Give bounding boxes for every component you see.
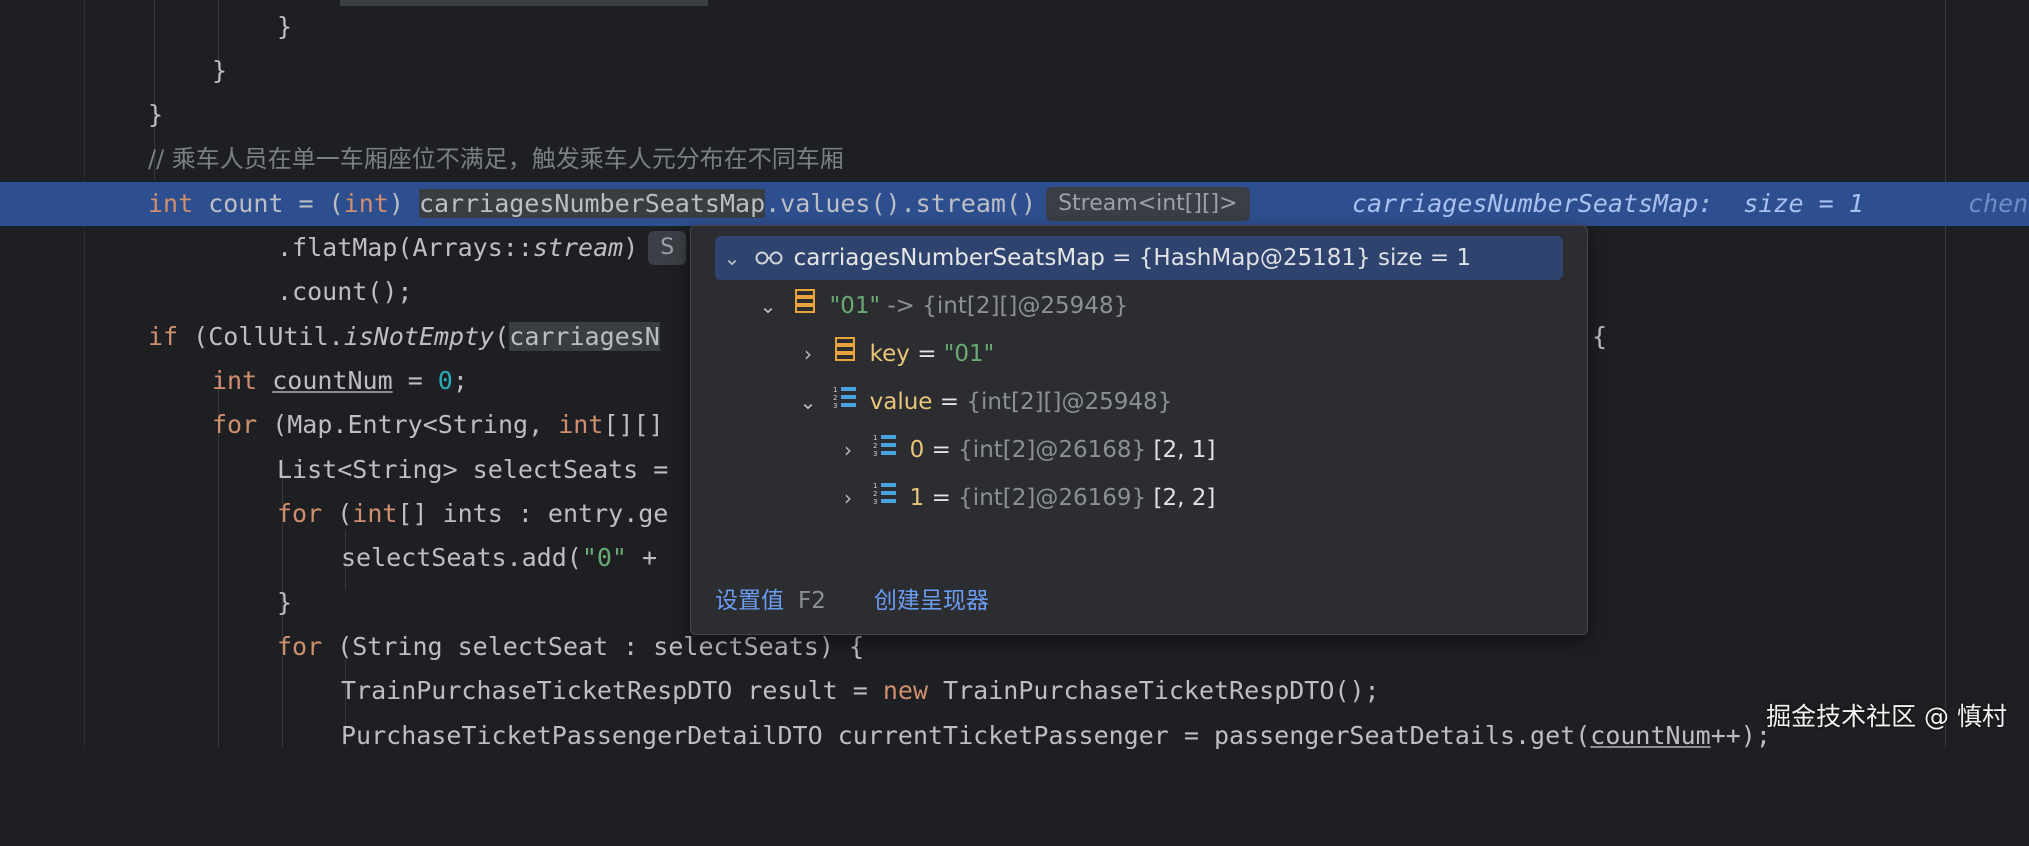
equals-sign: = (924, 437, 959, 463)
array-icon: 123 (868, 477, 902, 521)
statement-flatmap: .flatMap(Arrays::stream) S (277, 226, 687, 270)
map-entry-icon (788, 285, 822, 329)
chevron-down-icon[interactable]: ⌄ (719, 236, 745, 280)
statement-for-entry: for (Map.Entry<String, int[][] (212, 410, 664, 439)
statement-result: TrainPurchaseTicketRespDTO result = new … (341, 676, 1380, 705)
code-line[interactable]: PurchaseTicketPassengerDetailDTO current… (0, 714, 2029, 758)
code-line[interactable]: } (0, 5, 2029, 49)
svg-text:3: 3 (873, 498, 877, 506)
type-hint: S (648, 231, 687, 265)
brace: } (277, 588, 293, 617)
svg-text:3: 3 (873, 450, 877, 458)
equals-sign: = (932, 389, 967, 415)
svg-text:1: 1 (833, 386, 837, 394)
item-value: [2, 1] (1146, 437, 1216, 463)
equals-sign: = (909, 341, 944, 367)
tree-row-key[interactable]: › key = "01" (795, 332, 994, 376)
statement-count: int count = (int) carriagesNumberSeatsMa… (148, 182, 1250, 226)
tree-row-item-1[interactable]: › 123 1 = {int[2]@26169} [2, 2] (835, 476, 1215, 520)
brace: } (148, 100, 164, 129)
entry-key: "01" (829, 293, 881, 319)
code-line-current[interactable]: int count = (int) carriagesNumberSeatsMa… (0, 182, 2029, 226)
popup-footer: 设置值 F2 创建呈现器 (715, 584, 989, 618)
chevron-right-icon[interactable]: › (835, 428, 861, 472)
entry-ref: {int[2][]@25948} (922, 293, 1129, 319)
svg-text:1: 1 (873, 434, 877, 442)
code-line[interactable]: } (0, 49, 2029, 93)
svg-text:1: 1 (873, 482, 877, 490)
statement-countnum: int countNum = 0; (212, 366, 468, 395)
debug-value-popup[interactable]: ⌄ carriagesNumberSeatsMap = {HashMap@251… (690, 225, 1588, 635)
code-comment: // 乘车人员在单一车厢座位不满足，触发乘车人元分布在不同车厢 (148, 145, 844, 173)
variable-name: carriagesNumberSeatsMap (793, 245, 1105, 271)
equals-sign: = (924, 485, 959, 511)
code-line[interactable]: } (0, 93, 2029, 137)
chevron-down-icon[interactable]: ⌄ (755, 284, 781, 328)
field-name: value (869, 389, 933, 415)
tree-row-root[interactable]: ⌄ carriagesNumberSeatsMap = {HashMap@251… (715, 236, 1563, 280)
tree-row-item-0[interactable]: › 123 0 = {int[2]@26168} [2, 1] (835, 428, 1215, 472)
entry-arrow: -> (880, 293, 923, 319)
statement-passenger: PurchaseTicketPassengerDetailDTO current… (341, 721, 1771, 750)
field-value: "01" (943, 341, 995, 367)
brace: } (277, 12, 293, 41)
svg-text:3: 3 (833, 402, 837, 410)
array-icon: 123 (868, 429, 902, 473)
inline-debug-value: carriagesNumberSeatsMap: size = 1 (1352, 189, 1864, 218)
statement-count-call: .count(); (277, 277, 413, 306)
tree-row-value[interactable]: ⌄ 123 value = {int[2][]@25948} (795, 380, 1173, 425)
item-ref: {int[2]@26169} (958, 485, 1147, 511)
code-line-comment[interactable]: // 乘车人员在单一车厢座位不满足，触发乘车人元分布在不同车厢 (0, 137, 2029, 181)
field-object-icon (828, 333, 862, 377)
chevron-right-icon[interactable]: › (835, 476, 861, 520)
index-label: 0 (909, 437, 925, 463)
index-label: 1 (909, 485, 925, 511)
statement-add: selectSeats.add("0" + (341, 543, 658, 572)
item-ref: {int[2]@26168} (958, 437, 1147, 463)
chevron-down-icon[interactable]: ⌄ (795, 380, 821, 424)
svg-text:2: 2 (873, 442, 877, 450)
brace: } (212, 56, 228, 85)
tree-row-entry[interactable]: ⌄ "01" -> {int[2][]@25948} (755, 284, 1128, 328)
watermark: 掘金技术社区 @ 慎村 (1766, 702, 2007, 731)
type-hint: Stream<int[][]> (1046, 187, 1250, 221)
statement-if: if (CollUtil.isNotEmpty(carriagesN (148, 322, 660, 351)
array-icon: 123 (828, 381, 862, 425)
item-value: [2, 2] (1146, 485, 1216, 511)
field-ref: {int[2][]@25948} (966, 389, 1173, 415)
statement-for-ints: for (int[] ints : entry.ge (277, 499, 669, 528)
set-value-link[interactable]: 设置值 (715, 588, 784, 614)
variable-value: = {HashMap@25181} size = 1 (1104, 245, 1472, 271)
field-name: key (869, 341, 910, 367)
create-renderer-link[interactable]: 创建呈现器 (874, 588, 989, 614)
chevron-right-icon[interactable]: › (795, 332, 821, 376)
svg-text:2: 2 (833, 394, 837, 402)
inline-debug-overflow: chen (1968, 189, 2029, 218)
brace: { (1592, 322, 1608, 351)
statement-list: List<String> selectSeats = (277, 455, 669, 484)
svg-text:2: 2 (873, 490, 877, 498)
code-line[interactable]: TrainPurchaseTicketRespDTO result = new … (0, 669, 2029, 713)
watch-glasses-icon (752, 237, 786, 281)
shortcut-hint: F2 (798, 588, 826, 614)
